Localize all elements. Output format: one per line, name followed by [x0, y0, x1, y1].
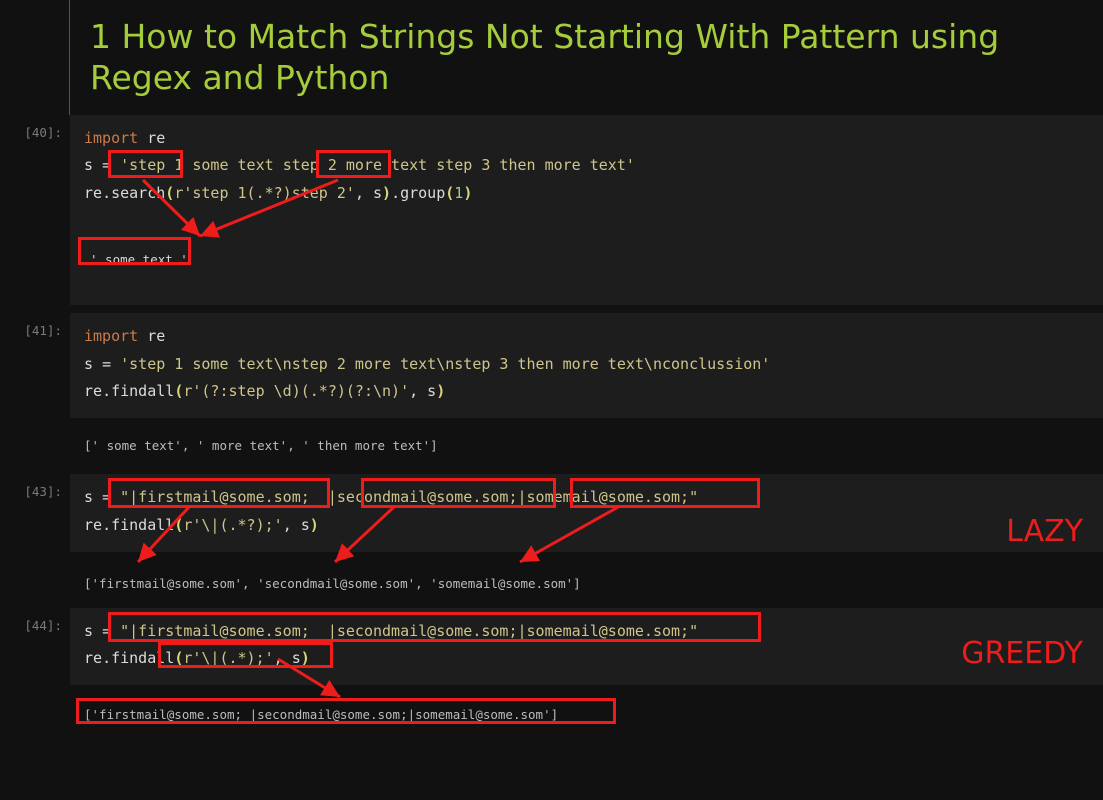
notebook-heading: 1 How to Match Strings Not Starting With…	[70, 0, 1103, 115]
output-43: ['firstmail@some.som', 'secondmail@some.…	[70, 552, 1103, 608]
prompt-40: [40]:	[0, 115, 70, 140]
output-row-41: [' some text', ' more text', ' then more…	[0, 418, 1103, 474]
output-44: ['firstmail@some.som; |secondmail@some.s…	[70, 685, 1103, 739]
input-41[interactable]: import re s = 'step 1 some text\nstep 2 …	[70, 313, 1103, 418]
kw-import: import	[84, 129, 138, 147]
prompt-44: [44]:	[0, 608, 70, 633]
input-40[interactable]: import re s = 'step 1 some text step 2 m…	[70, 115, 1103, 305]
prompt-43: [43]:	[0, 474, 70, 499]
prompt-41: [41]:	[0, 313, 70, 338]
output-41: [' some text', ' more text', ' then more…	[70, 418, 1103, 474]
title-gutter	[0, 0, 70, 115]
title-row: 1 How to Match Strings Not Starting With…	[0, 0, 1103, 115]
input-43[interactable]: s = "|firstmail@some.som; |secondmail@so…	[70, 474, 1103, 552]
output-row-44: ['firstmail@some.som; |secondmail@some.s…	[0, 685, 1103, 739]
output-40: ' some text '	[82, 242, 196, 277]
cell-44: [44]: s = "|firstmail@some.som; |secondm…	[0, 608, 1103, 686]
cell-43: [43]: s = "|firstmail@some.som; |secondm…	[0, 474, 1103, 552]
label-greedy: GREEDY	[961, 626, 1083, 682]
output-row-43: ['firstmail@some.som', 'secondmail@some.…	[0, 552, 1103, 608]
input-44[interactable]: s = "|firstmail@some.som; |secondmail@so…	[70, 608, 1103, 686]
cell-41: [41]: import re s = 'step 1 some text\ns…	[0, 313, 1103, 418]
cell-40: [40]: import re s = 'step 1 some text st…	[0, 115, 1103, 305]
